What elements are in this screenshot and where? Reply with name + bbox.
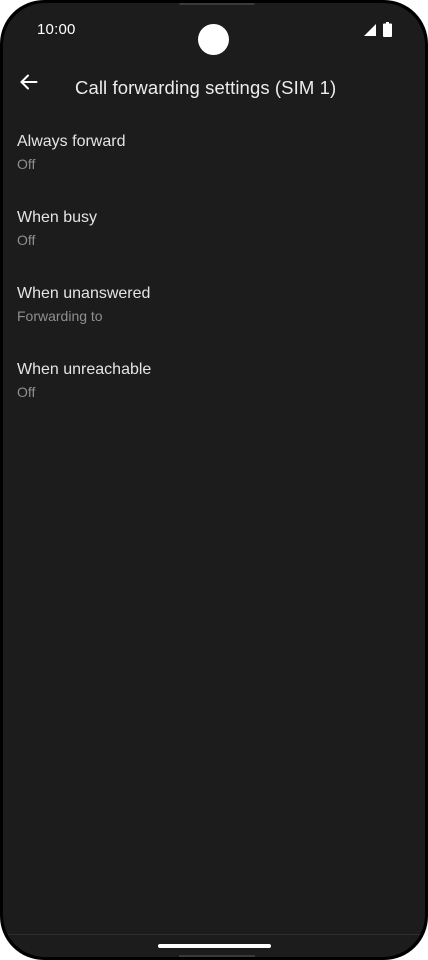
bottom-bezel-line bbox=[179, 955, 255, 957]
battery-icon bbox=[383, 22, 392, 37]
status-time: 10:00 bbox=[37, 21, 76, 38]
back-button[interactable] bbox=[9, 62, 49, 102]
setting-summary: Off bbox=[17, 232, 36, 248]
arrow-left-icon bbox=[20, 74, 38, 90]
setting-title: When unreachable bbox=[17, 361, 152, 378]
setting-summary: Off bbox=[17, 384, 36, 400]
setting-title: Always forward bbox=[17, 133, 126, 150]
setting-title: When unanswered bbox=[17, 285, 151, 302]
navigation-bar bbox=[3, 934, 425, 957]
setting-when-unreachable[interactable]: When unreachable Off bbox=[3, 347, 425, 423]
signal-icon bbox=[364, 24, 376, 36]
setting-when-busy[interactable]: When busy Off bbox=[3, 195, 425, 271]
front-camera-cutout bbox=[198, 24, 229, 55]
screen: 10:00 Call forwarding settings (SIM 1) A… bbox=[3, 3, 425, 957]
setting-when-unanswered[interactable]: When unanswered Forwarding to bbox=[3, 271, 425, 347]
phone-frame: 10:00 Call forwarding settings (SIM 1) A… bbox=[0, 0, 428, 960]
setting-always-forward[interactable]: Always forward Off bbox=[3, 119, 425, 195]
home-indicator[interactable] bbox=[158, 944, 271, 948]
settings-list: Always forward Off When busy Off When un… bbox=[3, 119, 425, 423]
setting-summary: Off bbox=[17, 156, 36, 172]
page-title: Call forwarding settings (SIM 1) bbox=[75, 77, 337, 98]
setting-summary: Forwarding to bbox=[17, 308, 103, 324]
app-bar: Call forwarding settings (SIM 1) bbox=[3, 55, 425, 119]
status-bar: 10:00 bbox=[3, 3, 425, 55]
setting-title: When busy bbox=[17, 209, 98, 226]
